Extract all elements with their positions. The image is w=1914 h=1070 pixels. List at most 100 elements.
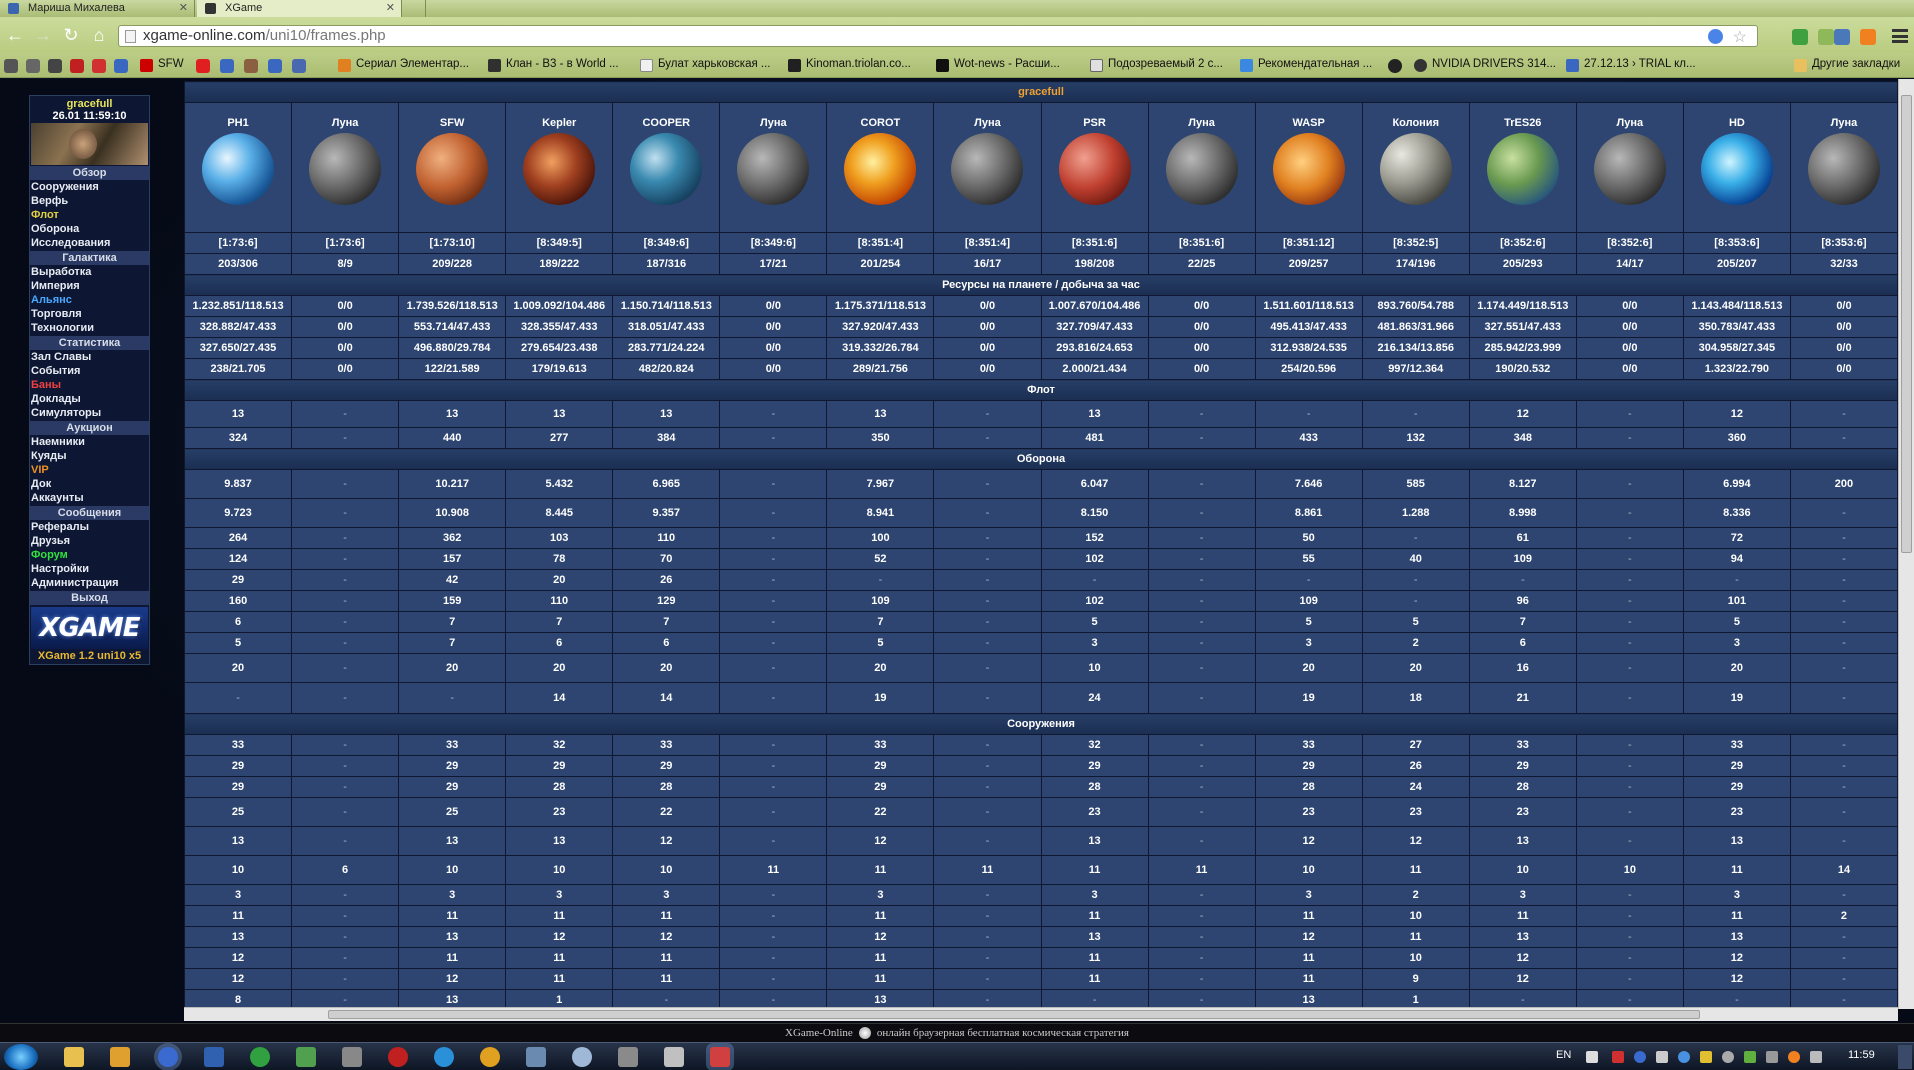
planet-coords-link[interactable]: [8:352:6] bbox=[1575, 232, 1684, 254]
planet-image-icon[interactable] bbox=[416, 133, 489, 205]
planet-name[interactable]: Луна bbox=[1149, 117, 1254, 129]
tray-icon[interactable] bbox=[1766, 1051, 1778, 1063]
bookmark-item[interactable]: Подозреваемый 2 с... bbox=[1090, 58, 1223, 74]
vertical-scrollbar[interactable] bbox=[1898, 79, 1914, 1009]
planet-coords-link[interactable]: [8:352:5] bbox=[1361, 232, 1470, 254]
info-icon[interactable] bbox=[268, 59, 282, 73]
sidebar-menu-item[interactable]: Оборона bbox=[30, 222, 149, 236]
planet-name[interactable]: PH1 bbox=[186, 117, 291, 129]
app-icon[interactable] bbox=[388, 1047, 408, 1067]
bookmark-icon[interactable] bbox=[48, 59, 62, 73]
planet-name[interactable]: COOPER bbox=[614, 117, 719, 129]
forward-arrow-icon[interactable]: → bbox=[32, 24, 54, 46]
planet-card[interactable]: Луна bbox=[1147, 102, 1256, 233]
planet-name[interactable]: Луна bbox=[293, 117, 398, 129]
tray-icon[interactable] bbox=[1634, 1051, 1646, 1063]
clock[interactable]: 11:59 bbox=[1848, 1049, 1875, 1061]
tray-icon[interactable] bbox=[1612, 1051, 1624, 1063]
planet-card[interactable]: Луна bbox=[933, 102, 1042, 233]
planet-name[interactable]: Луна bbox=[721, 117, 826, 129]
sidebar-menu-item[interactable]: Настройки bbox=[30, 562, 149, 576]
app-icon[interactable] bbox=[480, 1047, 500, 1067]
bookmark-icon[interactable] bbox=[92, 59, 106, 73]
bookmark-icon[interactable] bbox=[292, 59, 306, 73]
sidebar-menu-item[interactable]: Администрация bbox=[30, 576, 149, 590]
nvidia-icon[interactable] bbox=[1744, 1051, 1756, 1063]
app-icon[interactable] bbox=[664, 1047, 684, 1067]
sidebar-menu-item[interactable]: Технологии bbox=[30, 321, 149, 335]
address-bar[interactable]: xgame-online.com/uni10/frames.php ☆ bbox=[118, 25, 1758, 47]
planet-image-icon[interactable] bbox=[1058, 133, 1131, 205]
network-icon[interactable] bbox=[1810, 1051, 1822, 1063]
bookmark-item[interactable]: Kinoman.triolan.co... bbox=[788, 58, 911, 74]
bookmark-item[interactable]: NVIDIA DRIVERS 314... bbox=[1414, 58, 1556, 74]
planet-name[interactable]: Луна bbox=[1577, 117, 1682, 129]
app-icon[interactable] bbox=[110, 1047, 130, 1067]
sidebar-menu-item[interactable]: Флот bbox=[30, 208, 149, 222]
scroll-thumb[interactable] bbox=[328, 1010, 1700, 1019]
planet-coords-link[interactable]: [8:349:5] bbox=[505, 232, 614, 254]
planet-coords-link[interactable]: [8:352:6] bbox=[1468, 232, 1577, 254]
planet-coords-link[interactable]: [8:351:4] bbox=[933, 232, 1042, 254]
horizontal-scrollbar[interactable] bbox=[184, 1007, 1898, 1021]
planet-card[interactable]: PH1 bbox=[184, 102, 293, 233]
sidebar-menu-item[interactable]: Выработка bbox=[30, 265, 149, 279]
sidebar-menu-item[interactable]: Баны bbox=[30, 378, 149, 392]
browser-tab[interactable]: Мариша Михалева ✕ bbox=[0, 0, 195, 17]
sidebar-menu-item[interactable]: Аккаунты bbox=[30, 491, 149, 505]
show-desktop-button[interactable] bbox=[1898, 1045, 1912, 1069]
sidebar-menu-item[interactable]: Наемники bbox=[30, 435, 149, 449]
xgame-logo[interactable]: XGAME bbox=[31, 607, 148, 649]
sidebar-menu-item[interactable]: Верфь bbox=[30, 194, 149, 208]
moon-image-icon[interactable] bbox=[1165, 133, 1238, 205]
planet-coords-link[interactable]: [8:351:12] bbox=[1254, 232, 1363, 254]
moon-image-icon[interactable] bbox=[951, 133, 1024, 205]
app-icon[interactable] bbox=[618, 1047, 638, 1067]
tray-icon[interactable] bbox=[1678, 1051, 1690, 1063]
planet-card[interactable]: Kepler bbox=[505, 102, 614, 233]
start-button[interactable] bbox=[4, 1044, 38, 1070]
tray-icon[interactable] bbox=[1788, 1051, 1800, 1063]
bookmark-item[interactable]: Булат харьковская ... bbox=[640, 58, 770, 74]
planet-name[interactable]: Луна bbox=[935, 117, 1040, 129]
sidebar-menu-item[interactable]: Альянс bbox=[30, 293, 149, 307]
sidebar-menu-item[interactable]: Форум bbox=[30, 548, 149, 562]
app-icon[interactable] bbox=[204, 1047, 224, 1067]
planet-name[interactable]: WASP bbox=[1256, 117, 1361, 129]
vk-icon[interactable] bbox=[220, 59, 234, 73]
chrome-icon[interactable] bbox=[158, 1047, 178, 1067]
moon-image-icon[interactable] bbox=[309, 133, 382, 205]
close-tab-icon[interactable]: ✕ bbox=[179, 1, 188, 14]
bookmark-item[interactable]: SFW bbox=[140, 58, 184, 74]
explorer-icon[interactable] bbox=[64, 1047, 84, 1067]
tray-icon[interactable] bbox=[1722, 1051, 1734, 1063]
bookmark-item[interactable]: Рекомендательная ... bbox=[1240, 58, 1372, 74]
extension-screen-icon[interactable] bbox=[1834, 29, 1850, 45]
home-icon[interactable]: ⌂ bbox=[88, 24, 110, 46]
planet-coords-link[interactable]: [1:73:6] bbox=[291, 232, 400, 254]
bookmark-item[interactable]: Клан - B3 - в World ... bbox=[488, 58, 619, 74]
planet-image-icon[interactable] bbox=[1272, 133, 1345, 205]
sidebar-menu-item[interactable]: Друзья bbox=[30, 534, 149, 548]
planet-image-icon[interactable] bbox=[844, 133, 917, 205]
planet-name[interactable]: Kepler bbox=[507, 117, 612, 129]
planet-card[interactable]: SFW bbox=[398, 102, 507, 233]
tray-icon[interactable] bbox=[1700, 1051, 1712, 1063]
app-icon[interactable] bbox=[526, 1047, 546, 1067]
close-tab-icon[interactable]: ✕ bbox=[386, 1, 395, 14]
app-icon[interactable] bbox=[250, 1047, 270, 1067]
sidebar-menu-item[interactable]: VIP bbox=[30, 463, 149, 477]
planet-coords-link[interactable]: [1:73:6] bbox=[184, 232, 293, 254]
sidebar-menu-item[interactable]: Рефералы bbox=[30, 520, 149, 534]
skype-icon[interactable] bbox=[434, 1047, 454, 1067]
sidebar-menu-item[interactable]: Док bbox=[30, 477, 149, 491]
planet-name[interactable]: PSR bbox=[1042, 117, 1147, 129]
avatar[interactable] bbox=[31, 123, 148, 165]
planet-coords-link[interactable]: [8:349:6] bbox=[719, 232, 828, 254]
planet-image-icon[interactable] bbox=[1379, 133, 1452, 205]
planet-card[interactable]: WASP bbox=[1254, 102, 1363, 233]
sidebar-section-header[interactable]: Аукцион bbox=[30, 421, 149, 435]
planet-card[interactable]: Луна bbox=[1575, 102, 1684, 233]
bookmark-icon[interactable] bbox=[114, 59, 128, 73]
moon-image-icon[interactable] bbox=[1807, 133, 1880, 205]
